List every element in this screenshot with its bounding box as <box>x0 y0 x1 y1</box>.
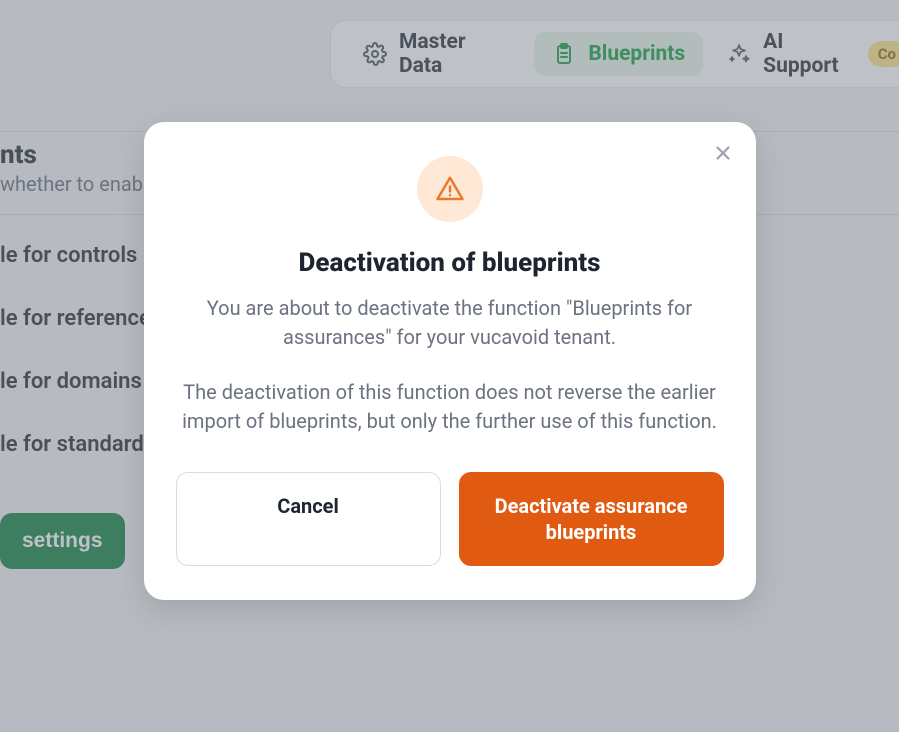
deactivation-dialog: Deactivation of blueprints You are about… <box>144 122 756 600</box>
dialog-body: You are about to deactivate the function… <box>176 294 724 436</box>
deactivate-button[interactable]: Deactivate assurance blueprints <box>459 472 724 566</box>
warning-icon <box>417 156 483 222</box>
dialog-paragraph: The deactivation of this function does n… <box>176 378 724 436</box>
dialog-paragraph: You are about to deactivate the function… <box>176 294 724 352</box>
close-icon[interactable] <box>708 138 738 168</box>
dialog-title: Deactivation of blueprints <box>176 248 724 278</box>
dialog-button-row: Cancel Deactivate assurance blueprints <box>176 472 724 566</box>
cancel-button[interactable]: Cancel <box>176 472 441 566</box>
modal-overlay: Deactivation of blueprints You are about… <box>0 0 899 732</box>
